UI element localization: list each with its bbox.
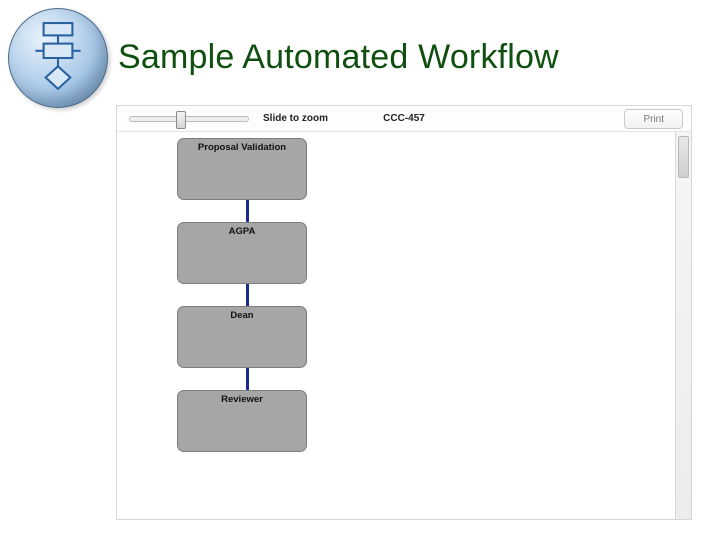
workflow-connector bbox=[246, 200, 249, 222]
viewer-toolbar: Slide to zoom CCC-457 Print bbox=[117, 106, 691, 132]
zoom-label: Slide to zoom bbox=[263, 113, 328, 124]
workflow-node[interactable]: Reviewer bbox=[177, 390, 307, 452]
flowchart-svg bbox=[27, 21, 89, 95]
document-id: CCC-457 bbox=[383, 113, 425, 124]
workflow-node[interactable]: AGPA bbox=[177, 222, 307, 284]
workflow-canvas[interactable]: Proposal Validation AGPA Dean Reviewer bbox=[117, 132, 675, 519]
workflow-connector bbox=[246, 284, 249, 306]
workflow-connector bbox=[246, 368, 249, 390]
print-button[interactable]: Print bbox=[624, 109, 683, 129]
workflow-node-label: Reviewer bbox=[182, 394, 302, 405]
vertical-scrollbar[interactable] bbox=[675, 132, 691, 519]
workflow-node-label: AGPA bbox=[182, 226, 302, 237]
workflow-node-label: Proposal Validation bbox=[182, 142, 302, 153]
workflow-node[interactable]: Dean bbox=[177, 306, 307, 368]
zoom-slider[interactable] bbox=[129, 116, 249, 122]
zoom-slider-thumb[interactable] bbox=[176, 111, 186, 129]
workflow-node[interactable]: Proposal Validation bbox=[177, 138, 307, 200]
page-title: Sample Automated Workflow bbox=[118, 38, 559, 77]
workflow-node-label: Dean bbox=[182, 310, 302, 321]
workflow-viewer: Slide to zoom CCC-457 Print Proposal Val… bbox=[116, 105, 692, 520]
flowchart-icon bbox=[8, 8, 108, 108]
